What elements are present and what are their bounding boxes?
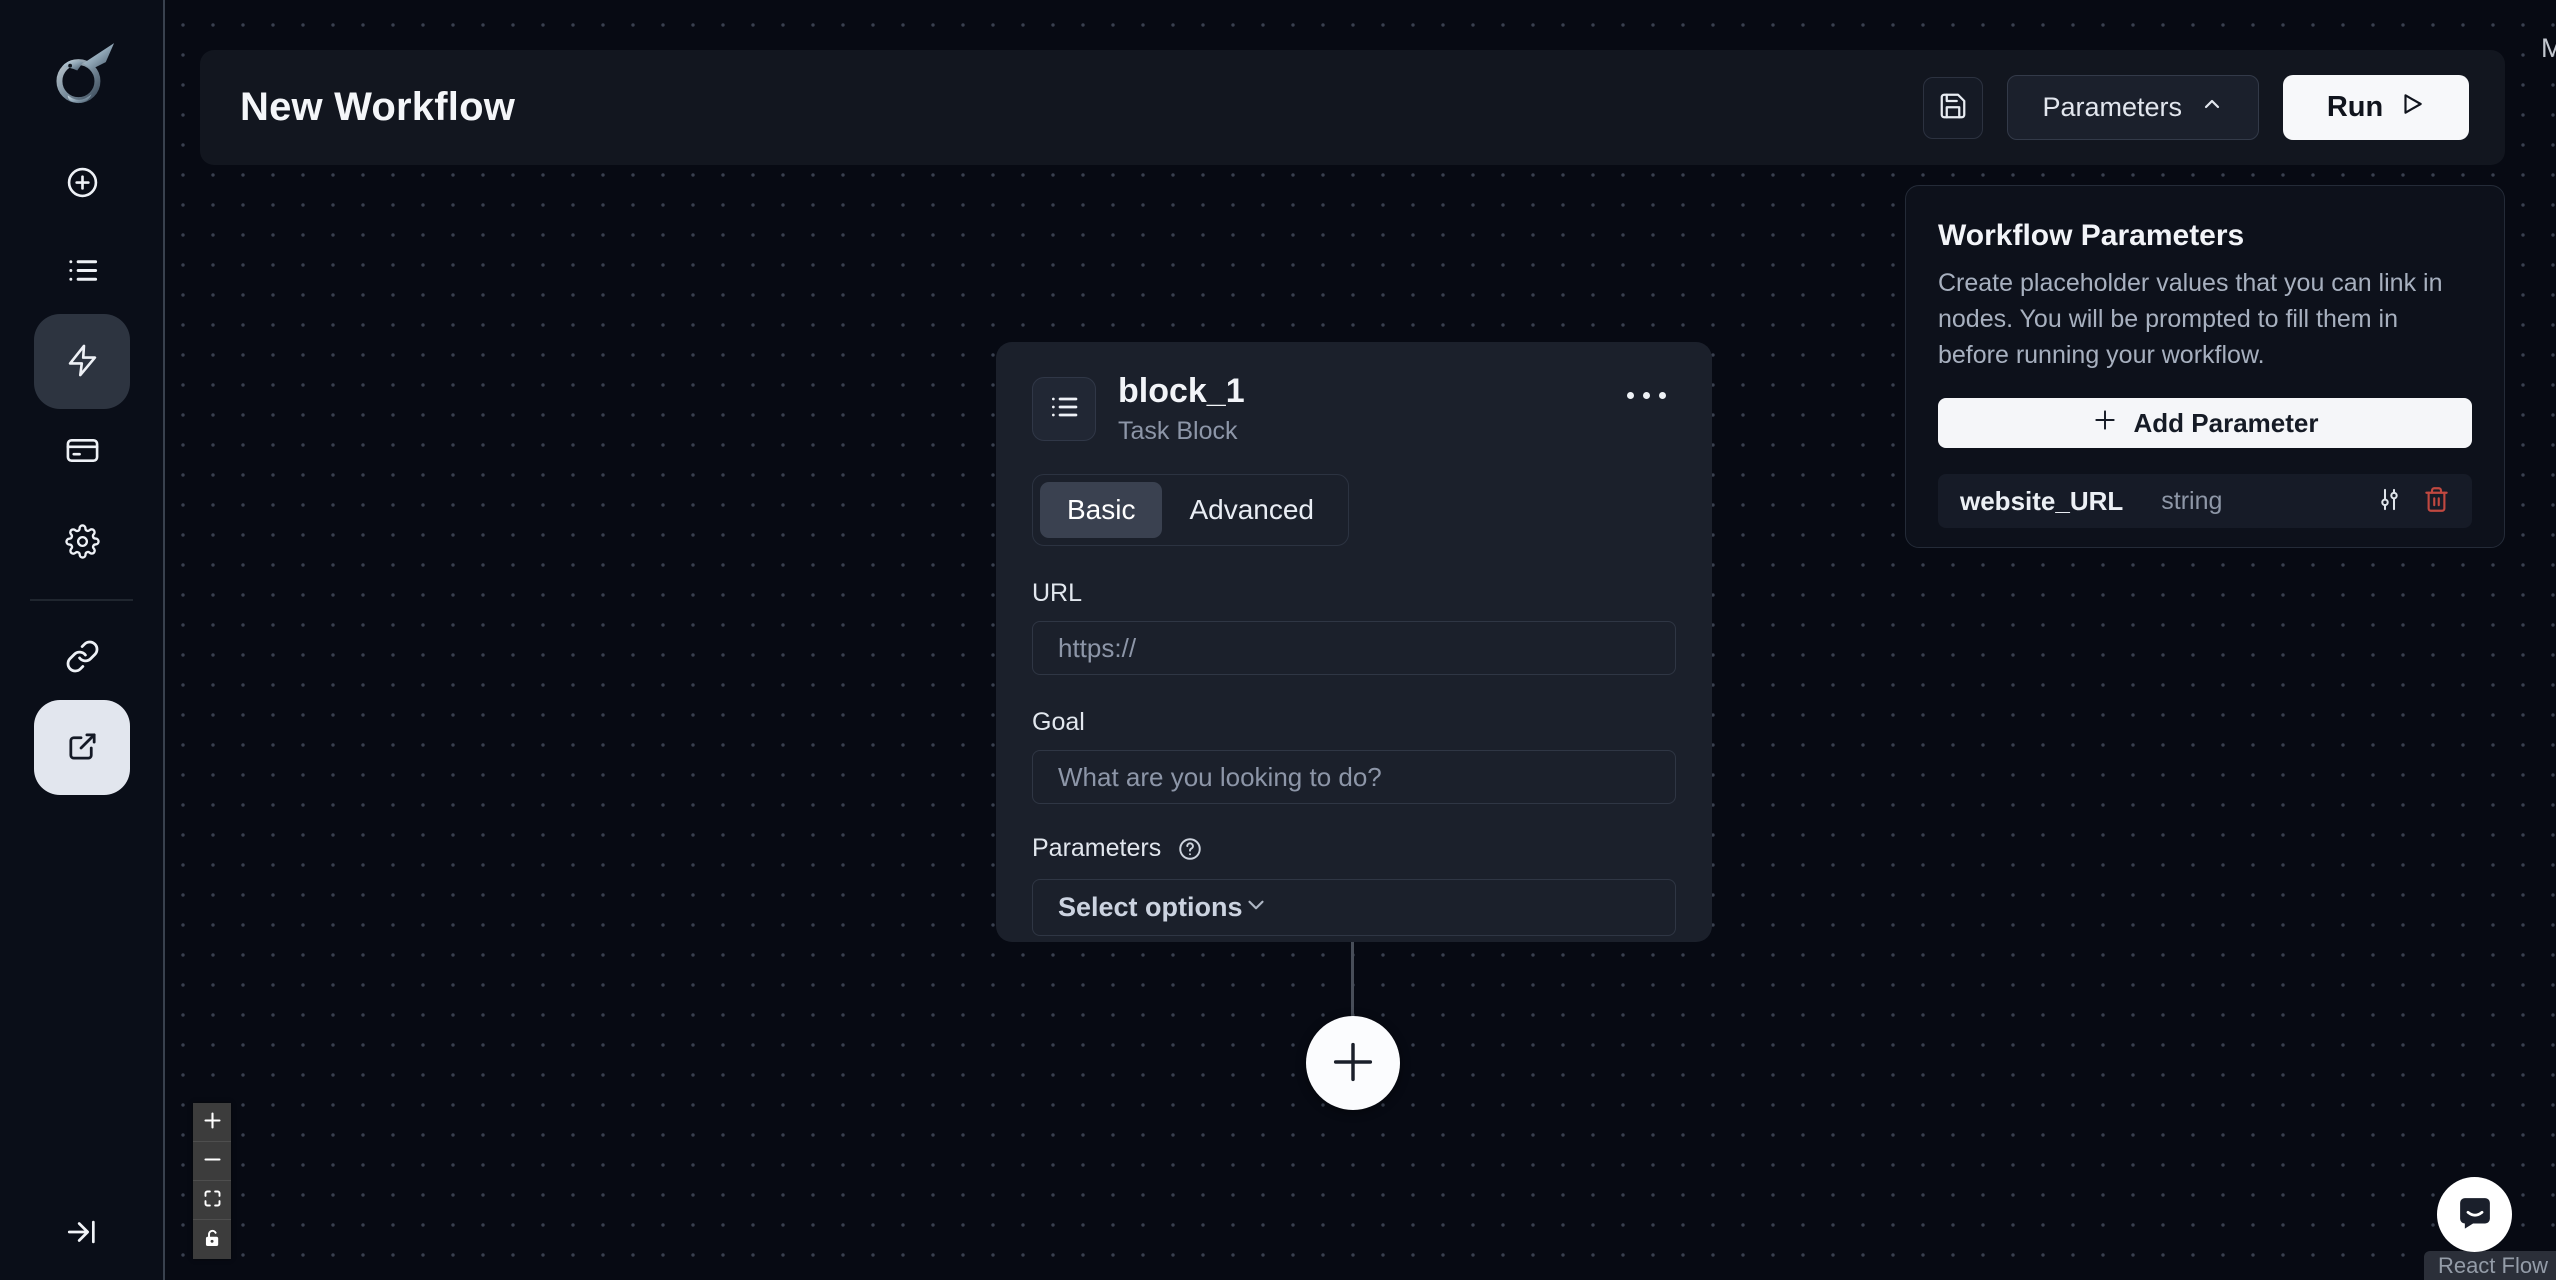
- workflow-editor-screen: New Workflow Parameters Run block_1 Task…: [0, 0, 2556, 1280]
- workflow-topbar: New Workflow Parameters Run: [200, 50, 2505, 165]
- node-title-group: block_1 Task Block: [1118, 372, 1245, 446]
- sidebar-item-runs[interactable]: [34, 224, 130, 319]
- unlock-icon: [202, 1228, 223, 1252]
- edit-parameter-button[interactable]: [2376, 486, 2403, 516]
- workflow-parameters-panel: Workflow Parameters Create placeholder v…: [1905, 185, 2505, 548]
- run-button[interactable]: Run: [2283, 75, 2469, 140]
- list-icon: [65, 253, 100, 291]
- plus-icon: [2092, 407, 2118, 440]
- node-subtitle: Task Block: [1118, 417, 1238, 446]
- url-label: URL: [1032, 579, 1083, 608]
- goal-input[interactable]: [1032, 750, 1676, 805]
- chevron-down-icon: [1243, 892, 1269, 923]
- task-block-icon-tile: [1032, 377, 1096, 442]
- delete-parameter-button[interactable]: [2423, 486, 2450, 516]
- parameters-label-row: Parameters: [1032, 834, 1676, 863]
- add-parameter-button[interactable]: Add Parameter: [1938, 398, 2472, 448]
- zoom-in-button[interactable]: [193, 1103, 231, 1142]
- skyvern-dragon-logo: [44, 36, 120, 112]
- sidebar: [0, 0, 165, 1280]
- sidebar-item-credentials[interactable]: [34, 404, 130, 499]
- parameter-name: website_URL: [1960, 485, 2124, 516]
- parameters-toggle-button[interactable]: Parameters: [2007, 75, 2259, 140]
- save-icon: [1938, 91, 1968, 124]
- support-chat-button[interactable]: [2437, 1177, 2512, 1252]
- node-title: block_1: [1118, 372, 1245, 410]
- minus-icon: [202, 1149, 223, 1173]
- url-input[interactable]: [1032, 621, 1676, 676]
- workflow-edge: [1351, 942, 1354, 1020]
- fit-view-button[interactable]: [193, 1181, 231, 1220]
- sidebar-item-integrations[interactable]: [34, 610, 130, 705]
- sidebar-item-external[interactable]: [34, 700, 130, 795]
- task-block-node[interactable]: block_1 Task Block Basic Advanced URL Go…: [996, 342, 1712, 942]
- sidebar-divider: [30, 599, 133, 601]
- topbar-actions: Parameters Run: [1923, 75, 2469, 140]
- gear-icon: [64, 523, 100, 562]
- tab-basic[interactable]: Basic: [1040, 482, 1163, 539]
- parameter-actions: [2376, 486, 2450, 516]
- panel-description: Create placeholder values that you can l…: [1938, 269, 2443, 369]
- parameters-select[interactable]: Select options: [1032, 879, 1676, 937]
- lightning-icon: [65, 343, 100, 381]
- plus-icon: [1327, 1036, 1379, 1091]
- zoom-out-button[interactable]: [193, 1142, 231, 1181]
- dots-menu-icon: [1627, 392, 1634, 399]
- attribution-label: React Flow: [2437, 1253, 2548, 1278]
- sidebar-expand-button[interactable]: [56, 1207, 108, 1259]
- help-circle-icon[interactable]: [1177, 836, 1203, 862]
- fit-view-icon: [202, 1188, 223, 1212]
- tab-advanced[interactable]: Advanced: [1162, 482, 1341, 538]
- react-flow-attribution[interactable]: React Flow: [2423, 1251, 2556, 1280]
- clipped-text-artifact: M: [2541, 33, 2556, 63]
- parameters-select-value: Select options: [1058, 892, 1243, 923]
- sidebar-item-settings[interactable]: [34, 495, 130, 590]
- sidebar-item-workflows[interactable]: [34, 314, 130, 409]
- play-icon: [2399, 91, 2425, 125]
- node-options-button[interactable]: [1619, 384, 1674, 407]
- parameter-type: string: [2161, 486, 2223, 515]
- trash-icon: [2423, 486, 2450, 516]
- workflow-canvas[interactable]: New Workflow Parameters Run block_1 Task…: [165, 0, 2556, 1280]
- node-mode-tabs: Basic Advanced: [1032, 474, 1350, 547]
- node-header: block_1 Task Block: [1032, 372, 1676, 446]
- parameter-row[interactable]: website_URL string: [1938, 474, 2472, 528]
- credit-card-icon: [65, 433, 100, 471]
- sliders-icon: [2376, 486, 2403, 516]
- add-parameter-label: Add Parameter: [2133, 407, 2319, 438]
- panel-title: Workflow Parameters: [1938, 219, 2245, 252]
- parameters-toggle-label: Parameters: [2042, 92, 2182, 122]
- external-link-icon: [65, 729, 100, 767]
- plus-circle-icon: [65, 165, 100, 203]
- chat-bubble-icon: [2454, 1192, 2496, 1237]
- arrow-right-to-line-icon: [65, 1220, 99, 1252]
- chevron-up-icon: [2200, 92, 2224, 123]
- canvas-controls: [193, 1103, 231, 1259]
- save-button[interactable]: [1923, 76, 1984, 139]
- plus-icon: [202, 1110, 223, 1134]
- sidebar-item-create[interactable]: [34, 136, 130, 231]
- add-block-button[interactable]: [1306, 1016, 1400, 1110]
- link-icon: [65, 639, 100, 677]
- page-title: New Workflow: [240, 85, 516, 129]
- run-label: Run: [2326, 91, 2384, 123]
- parameters-label: Parameters: [1032, 834, 1162, 863]
- list-icon: [1048, 391, 1080, 428]
- lock-toggle-button[interactable]: [193, 1220, 231, 1259]
- goal-label: Goal: [1032, 708, 1085, 737]
